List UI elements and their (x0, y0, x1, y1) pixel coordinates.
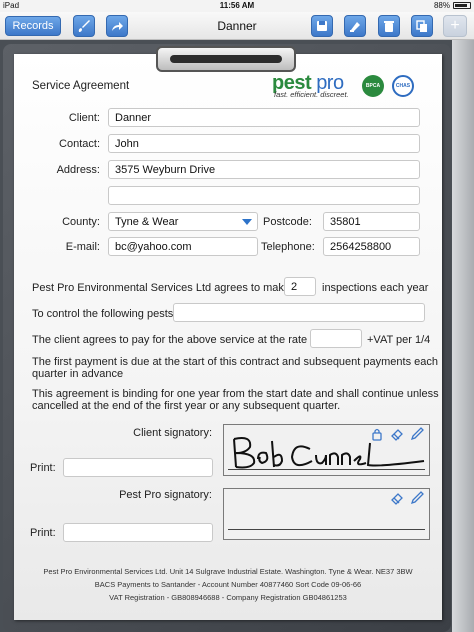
brush-button[interactable] (73, 15, 95, 37)
county-label: County: (62, 216, 100, 228)
stamp-icon (350, 22, 360, 32)
inspections-text-before: Pest Pro Environmental Services Ltd agre… (32, 282, 291, 294)
logo-tagline: fast. efficient. discreet. (274, 90, 349, 99)
battery-fill (455, 4, 468, 7)
trash-button[interactable] (378, 15, 400, 37)
client-label: Client: (68, 112, 100, 124)
email-field[interactable]: bc@yahoo.com (108, 237, 258, 256)
postcode-label: Postcode: (263, 216, 312, 228)
contact-field[interactable]: John (108, 134, 420, 153)
stamp-button[interactable] (344, 15, 366, 37)
print-label-client: Print: (30, 462, 56, 474)
trash-icon (384, 21, 394, 32)
inspections-text-after: inspections each year (322, 282, 429, 294)
footer-bacs: BACS Payments to Santander - Account Num… (94, 580, 362, 589)
client-signature-box[interactable] (223, 424, 430, 476)
side-panel (452, 40, 474, 632)
copy-button[interactable] (411, 15, 433, 37)
pests-field[interactable] (173, 303, 425, 322)
rate-text-before: The client agrees to pay for the above s… (32, 334, 320, 346)
battery-group: 88% (434, 1, 471, 10)
email-label: E-mail: (65, 241, 100, 253)
add-button[interactable]: + (443, 15, 467, 37)
client-signature-line (228, 469, 425, 470)
chevron-down-icon (242, 219, 252, 225)
telephone-label: Telephone: (261, 241, 315, 253)
rate-text-after: +VAT per 1/4 (367, 334, 431, 346)
postcode-field[interactable]: 35801 (323, 212, 420, 231)
eraser-icon[interactable] (390, 491, 404, 505)
form-heading: Service Agreement (32, 80, 130, 92)
battery-percent: 88% (433, 1, 450, 10)
toolbar: Records Danner + (0, 12, 474, 40)
eraser-icon[interactable] (390, 427, 404, 441)
clip-slot (170, 55, 282, 63)
copy-icon (416, 20, 427, 32)
client-field[interactable]: Danner (108, 108, 420, 127)
share-button[interactable] (106, 15, 128, 37)
footer-registration: VAT Registration - GB808946688 - Company… (109, 593, 347, 602)
lock-icon[interactable] (370, 427, 384, 441)
print-label-pestpro: Print: (30, 527, 56, 539)
pen-icon[interactable] (410, 491, 424, 505)
chas-badge: CHAS (392, 75, 414, 97)
print-field-pestpro[interactable] (63, 523, 213, 542)
clipboard-clip (156, 46, 296, 72)
county-select[interactable]: Tyne & Wear (108, 212, 258, 231)
pen-icon[interactable] (410, 427, 424, 441)
pestpro-signatory-label: Pest Pro signatory: (119, 489, 212, 501)
binding-line2: cancelled at the end of the first year o… (32, 400, 341, 412)
brush-icon (78, 20, 90, 32)
print-field-client[interactable] (63, 458, 213, 477)
address-line2-field[interactable] (108, 186, 420, 205)
save-button[interactable] (311, 15, 333, 37)
records-button[interactable]: Records (5, 16, 61, 36)
pests-label: To control the following pests (32, 308, 174, 320)
status-bar: iPad 11:56 AM 88% (0, 0, 474, 12)
contact-label: Contact: (59, 138, 100, 150)
save-icon (317, 21, 327, 31)
clock: 11:56 AM (219, 1, 255, 10)
address-label: Address: (56, 164, 100, 176)
payment-line1: The first payment is due at the start of… (32, 356, 439, 368)
telephone-field[interactable]: 2564258800 (323, 237, 420, 256)
bpca-badge: BPCA (362, 75, 384, 97)
inspections-field[interactable]: 2 (284, 277, 316, 296)
add-icon: + (450, 17, 460, 34)
footer-address: Pest Pro Environmental Services Ltd. Uni… (43, 567, 413, 576)
payment-line2: quarter in advance (32, 368, 124, 380)
document-title: Danner (217, 19, 257, 33)
pestpro-signature-line (228, 529, 425, 530)
address-line1-field[interactable]: 3575 Weyburn Drive (108, 160, 420, 179)
client-signatory-label: Client signatory: (133, 427, 212, 439)
pestpro-signature-box[interactable] (223, 488, 430, 540)
binding-line1: This agreement is binding for one year f… (32, 388, 439, 400)
battery-icon (453, 2, 471, 9)
county-value: Tyne & Wear (115, 216, 179, 228)
rate-field[interactable] (310, 329, 362, 348)
share-icon (112, 22, 123, 31)
